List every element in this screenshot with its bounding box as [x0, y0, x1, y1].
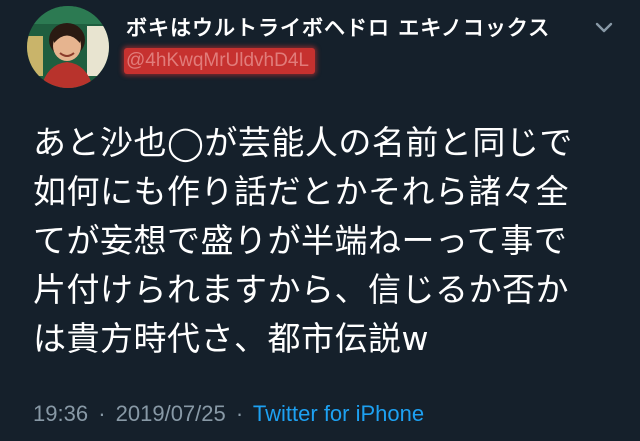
tweet-time[interactable]: 19:36 — [33, 401, 88, 426]
handle-highlight: @4hKwqMrUldvhD4L — [124, 48, 315, 74]
tweet: ボキはウルトライボヘドロ エキノコックス @4hKwqMrUldvhD4L あと… — [0, 0, 640, 441]
meta-separator: · — [235, 401, 244, 426]
tweet-date[interactable]: 2019/07/25 — [116, 401, 226, 426]
tweet-text: あと沙也◯が芸能人の名前と同じで 如何にも作り話だとかそれら諸々全 てが妄想で盛… — [33, 123, 573, 358]
username-handle[interactable]: @4hKwqMrUldvhD4L — [126, 50, 309, 71]
meta-separator: · — [98, 401, 106, 426]
tweet-source-link[interactable]: Twitter for iPhone — [253, 401, 424, 426]
display-name[interactable]: ボキはウルトライボヘドロ エキノコックス — [126, 12, 550, 42]
avatar[interactable] — [27, 6, 109, 88]
chevron-down-icon[interactable] — [595, 22, 613, 34]
tweet-meta: 19:36 · 2019/07/25 · Twitter for iPhone — [33, 401, 424, 427]
